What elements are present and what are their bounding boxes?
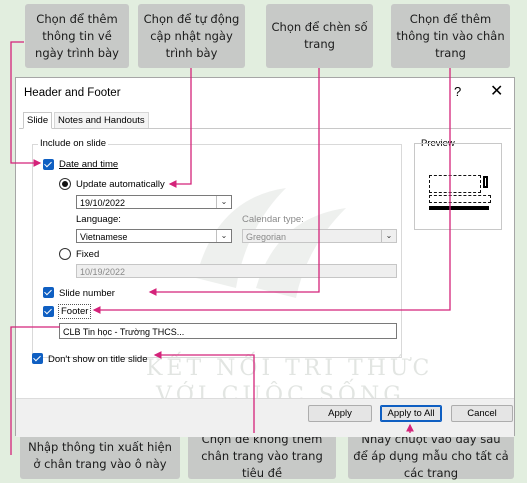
slide-number-label[interactable]: Slide number (59, 288, 115, 299)
dont-show-title-label[interactable]: Don't show on title slide (48, 354, 148, 365)
fixed-date-value: 10/19/2022 (80, 267, 126, 277)
callout-footer-info: Chọn để thêm thông tin vào chân trang (391, 4, 510, 68)
callout-slide-number: Chọn để chèn số trang (266, 4, 373, 68)
date-time-label[interactable]: Date and time (59, 159, 118, 170)
language-label: Language: (76, 214, 121, 225)
apply-button[interactable]: Apply (308, 405, 372, 422)
help-button[interactable]: ? (454, 84, 461, 99)
footer-label[interactable]: Footer (58, 304, 92, 319)
footer-input[interactable]: CLB Tin học - Trường THCS... (59, 323, 397, 339)
close-icon[interactable]: ✕ (490, 81, 503, 101)
apply-to-all-button[interactable]: Apply to All (380, 405, 442, 422)
preview-number-placeholder (483, 176, 488, 188)
fixed-label[interactable]: Fixed (76, 249, 99, 260)
language-select[interactable]: Vietnamese ⌄ (76, 229, 232, 243)
tab-slide[interactable]: Slide (23, 112, 53, 129)
callout-auto-update: Chọn để tự động cập nhật ngày trình bày (138, 4, 245, 68)
include-legend: Include on slide (38, 138, 109, 149)
tab-notes-handouts[interactable]: Notes and Handouts (54, 112, 149, 128)
calendar-select: Gregorian ⌄ (242, 229, 397, 243)
callout-date-info: Chọn để thêm thông tin về ngày trình bày (25, 4, 129, 68)
calendar-label: Calendar type: (242, 214, 304, 225)
watermark-line1: KẾT NỐI TRI THỨC (146, 356, 434, 381)
header-footer-dialog: Header and Footer ? ✕ Slide Notes and Ha… (15, 77, 515, 437)
footer-input-value: CLB Tin học - Trường THCS... (63, 327, 185, 337)
preview-date-placeholder (429, 175, 481, 193)
date-format-value: 19/10/2022 (80, 198, 126, 208)
cancel-button[interactable]: Cancel (451, 405, 513, 422)
footer-checkbox[interactable] (43, 306, 54, 317)
calendar-value: Gregorian (246, 232, 287, 242)
chevron-down-icon: ⌄ (216, 230, 231, 242)
callout-dont-show-title: Chọn để không thêm chân trang vào trang … (188, 432, 336, 480)
fixed-date-field: 10/19/2022 (76, 264, 397, 278)
preview-box (414, 143, 502, 230)
fixed-radio[interactable] (59, 248, 71, 260)
preview-bottom-bar (429, 206, 489, 210)
slide-number-checkbox[interactable] (43, 287, 54, 298)
callout-apply-all: Nháy chuột vào đây sau để áp dụng mẫu ch… (348, 432, 514, 480)
button-bar: Apply Apply to All Cancel (16, 398, 514, 437)
dialog-title: Header and Footer (24, 87, 121, 99)
language-value: Vietnamese (80, 232, 128, 242)
tab-bar: Slide Notes and Handouts (19, 110, 511, 129)
update-auto-radio[interactable] (59, 178, 71, 190)
date-format-select[interactable]: 19/10/2022 ⌄ (76, 195, 232, 209)
chevron-down-icon: ⌄ (216, 196, 231, 208)
preview-footer-placeholder (429, 195, 491, 203)
callout-footer-input: Nhập thông tin xuất hiện ở chân trang và… (20, 433, 180, 479)
chevron-down-icon: ⌄ (381, 230, 396, 242)
preview-slide (423, 151, 493, 221)
date-time-checkbox[interactable] (43, 159, 54, 170)
update-auto-label[interactable]: Update automatically (76, 179, 165, 190)
dont-show-title-checkbox[interactable] (32, 353, 43, 364)
